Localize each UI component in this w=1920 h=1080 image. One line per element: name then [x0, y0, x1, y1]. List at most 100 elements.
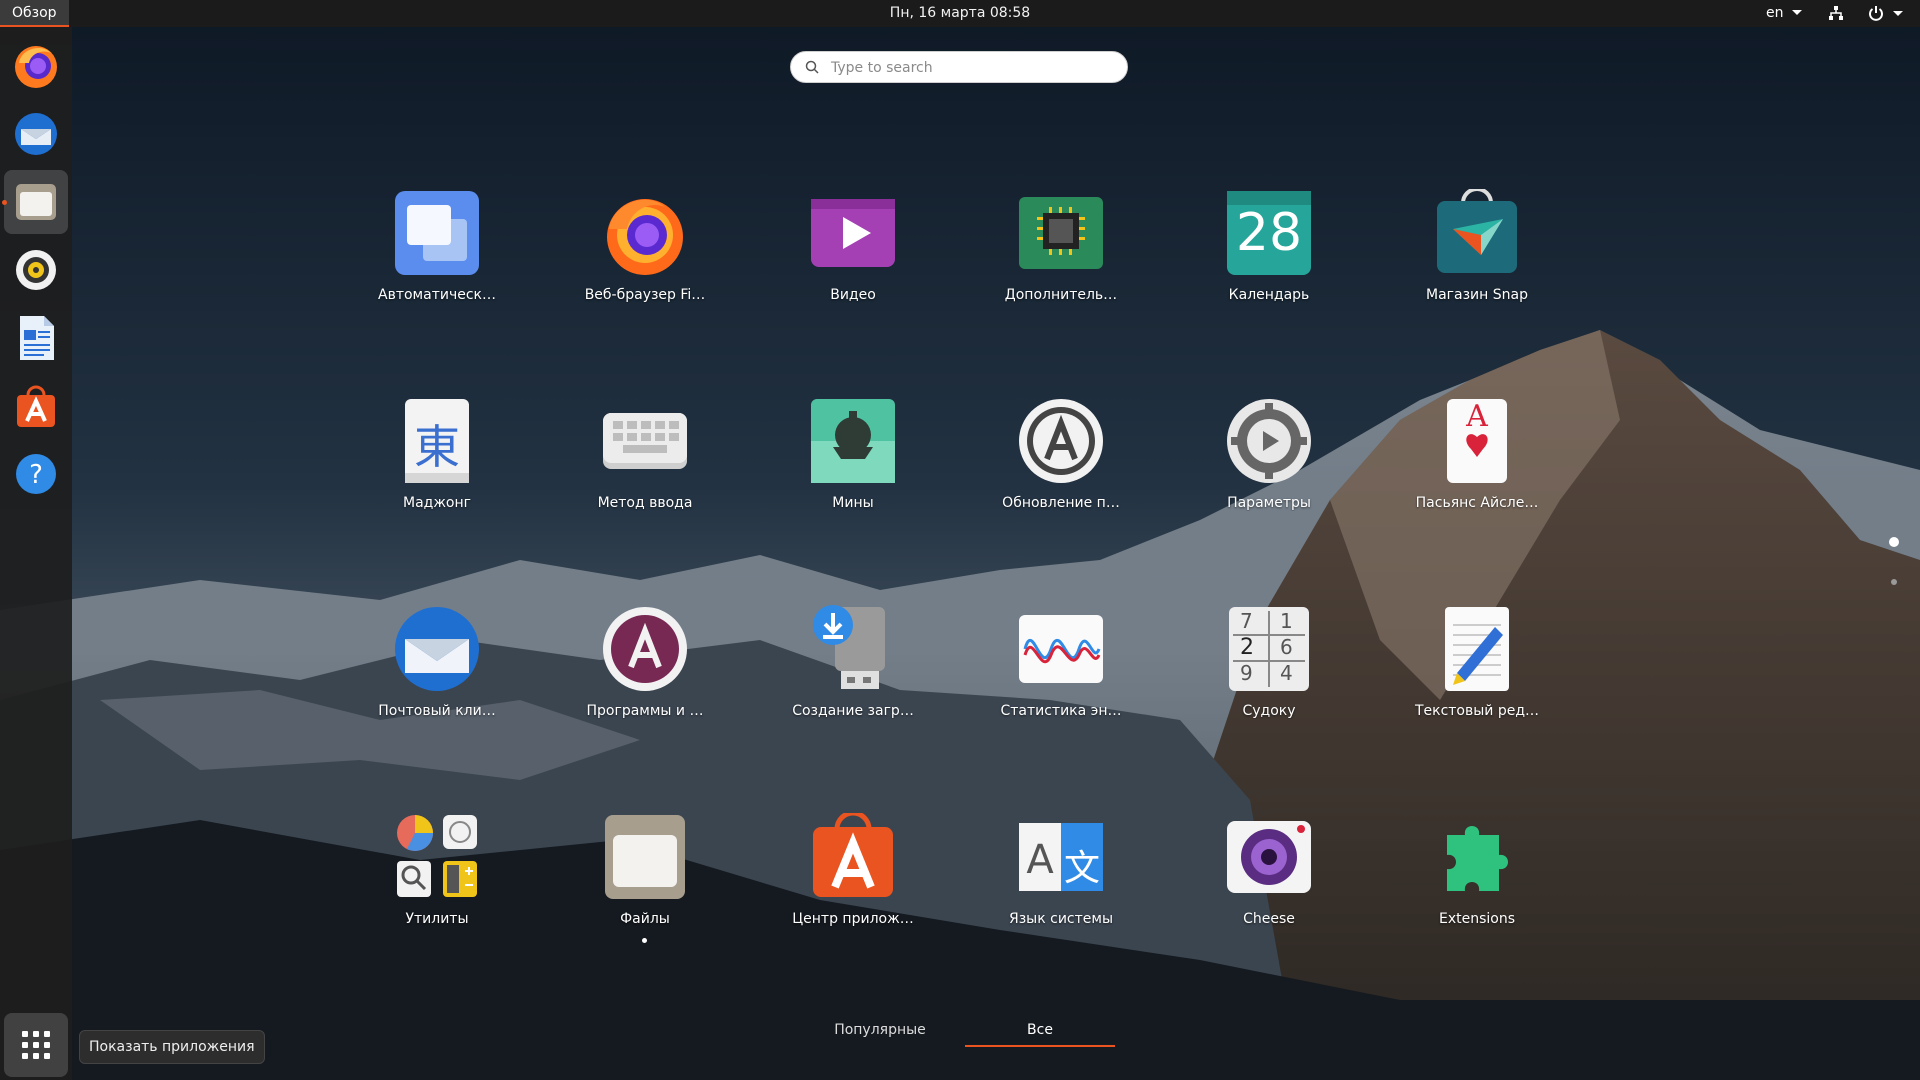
keyboard-layout-label: en	[1766, 5, 1784, 21]
dock-help[interactable]: ?	[4, 442, 68, 506]
app-tile[interactable]: Мины	[768, 397, 938, 547]
dock-writer[interactable]	[4, 306, 68, 370]
app-tile[interactable]: 7 1 2 6 9 4 Судоку	[1184, 605, 1354, 755]
chevron-down-icon	[1791, 10, 1802, 15]
sudoku-cell: 6	[1280, 635, 1293, 659]
app-tile[interactable]: 東 Маджонг	[352, 397, 522, 547]
app-tile[interactable]: Extensions	[1392, 813, 1562, 963]
app-label: Программы и …	[586, 703, 704, 719]
app-grid-icon	[22, 1031, 50, 1059]
page-dot[interactable]	[1891, 579, 1897, 585]
language-glyph-cjk: 文	[1063, 848, 1100, 889]
app-label: Статистика эн…	[1000, 703, 1122, 719]
snap-store-icon	[1437, 189, 1517, 273]
app-tile[interactable]: Статистика эн…	[976, 605, 1146, 755]
app-label: Файлы	[620, 911, 670, 927]
app-tile[interactable]: Почтовый кли…	[352, 605, 522, 755]
dock-firefox[interactable]	[4, 34, 68, 98]
system-menu-chevron-icon[interactable]	[1893, 10, 1903, 18]
dock-rhythmbox[interactable]	[4, 238, 68, 302]
power-stats-icon	[1019, 615, 1103, 683]
app-label: Параметры	[1227, 495, 1311, 511]
language-glyph-latin: A	[1026, 837, 1054, 883]
app-tile[interactable]: Обновление п…	[976, 397, 1146, 547]
app-label: Обновление п…	[1002, 495, 1120, 511]
text-editor-icon	[1445, 607, 1509, 691]
app-label: Веб-браузер Fi…	[584, 287, 706, 303]
search-icon	[805, 60, 819, 74]
show-applications-button[interactable]	[4, 1013, 68, 1077]
app-tile[interactable]: Автоматическ…	[352, 189, 522, 339]
app-view-switcher: Популярные Все	[820, 1015, 1120, 1051]
network-icon[interactable]	[1828, 5, 1844, 21]
activities-button[interactable]: Обзор	[0, 0, 69, 27]
dock: ?	[0, 27, 72, 1080]
app-tile[interactable]: Видео	[768, 189, 938, 339]
help-icon: ?	[16, 454, 56, 494]
app-tile[interactable]: Параметры	[1184, 397, 1354, 547]
usb-creator-icon	[813, 605, 885, 689]
clock[interactable]: Пн, 16 марта 08:58	[890, 0, 1030, 26]
tab-frequent[interactable]: Популярные	[820, 1015, 940, 1045]
app-tile[interactable]: Центр прилож…	[768, 813, 938, 963]
thunderbird-icon	[395, 607, 479, 691]
app-label: Создание загр…	[792, 703, 914, 719]
chip-icon	[1019, 197, 1103, 269]
wallpaper-mountains	[0, 0, 1920, 1080]
power-icon[interactable]	[1868, 5, 1884, 21]
app-tile[interactable]: Веб-браузер Fi…	[560, 189, 730, 339]
app-tile[interactable]: Магазин Snap	[1392, 189, 1562, 339]
page-dot-active[interactable]	[1889, 537, 1899, 547]
running-indicator	[642, 938, 647, 943]
app-tile[interactable]: A 文 Язык системы	[976, 813, 1146, 963]
cheese-camera-icon	[1227, 821, 1311, 893]
app-tile[interactable]: A Пасьянс Айсле…	[1392, 397, 1562, 547]
folder-icon	[16, 184, 56, 220]
search-bar[interactable]: Type to search	[790, 51, 1128, 83]
dock-thunderbird[interactable]	[4, 102, 68, 166]
tooltip: Показать приложения	[79, 1030, 265, 1064]
sudoku-cell: 4	[1280, 661, 1293, 685]
keyboard-icon	[603, 413, 687, 469]
app-tile[interactable]: Файлы	[560, 813, 730, 963]
sudoku-cell: 2	[1240, 635, 1254, 660]
svg-text:?: ?	[29, 460, 43, 490]
tab-all[interactable]: Все	[965, 1015, 1115, 1047]
app-label: Cheese	[1243, 911, 1295, 927]
app-tile[interactable]: Программы и …	[560, 605, 730, 755]
shopping-bag-icon	[17, 385, 55, 427]
files-icon	[605, 815, 685, 899]
play-icon	[811, 199, 895, 267]
app-tile[interactable]: Метод ввода	[560, 397, 730, 547]
app-label: Видео	[830, 287, 876, 303]
firefox-icon	[15, 46, 57, 88]
app-label: Судоку	[1242, 703, 1296, 719]
app-label: Язык системы	[1008, 911, 1113, 927]
sudoku-cell: 7	[1240, 609, 1253, 633]
dock-files[interactable]	[4, 170, 68, 234]
app-tile[interactable]: Утилиты	[352, 813, 522, 963]
mahjong-glyph: 東	[414, 420, 460, 474]
mines-icon	[811, 399, 895, 483]
sudoku-cell: 9	[1240, 661, 1253, 685]
app-label: Пасьянс Айсле…	[1415, 495, 1539, 511]
dock-software-center[interactable]	[4, 374, 68, 438]
app-center-icon	[813, 813, 893, 897]
app-tile[interactable]: Cheese	[1184, 813, 1354, 963]
keyboard-layout-indicator[interactable]: en	[1766, 0, 1802, 27]
sudoku-cell: 1	[1280, 609, 1293, 633]
app-label: Мины	[832, 495, 874, 511]
firefox-icon	[607, 199, 683, 275]
app-tile[interactable]: Текстовый ред…	[1392, 605, 1562, 755]
app-tile[interactable]: Создание загр…	[768, 605, 938, 755]
app-tile[interactable]: Дополнитель…	[976, 189, 1146, 339]
app-label: Дополнитель…	[1004, 287, 1118, 303]
app-label: Центр прилож…	[792, 911, 914, 927]
search-input[interactable]: Type to search	[831, 52, 933, 84]
app-label: Маджонг	[402, 495, 472, 511]
app-label: Почтовый кли…	[378, 703, 496, 719]
app-label: Автоматическ…	[378, 287, 496, 303]
puzzle-icon	[1447, 826, 1508, 891]
app-tile[interactable]: 28 Календарь	[1184, 189, 1354, 339]
document-icon	[20, 316, 54, 360]
